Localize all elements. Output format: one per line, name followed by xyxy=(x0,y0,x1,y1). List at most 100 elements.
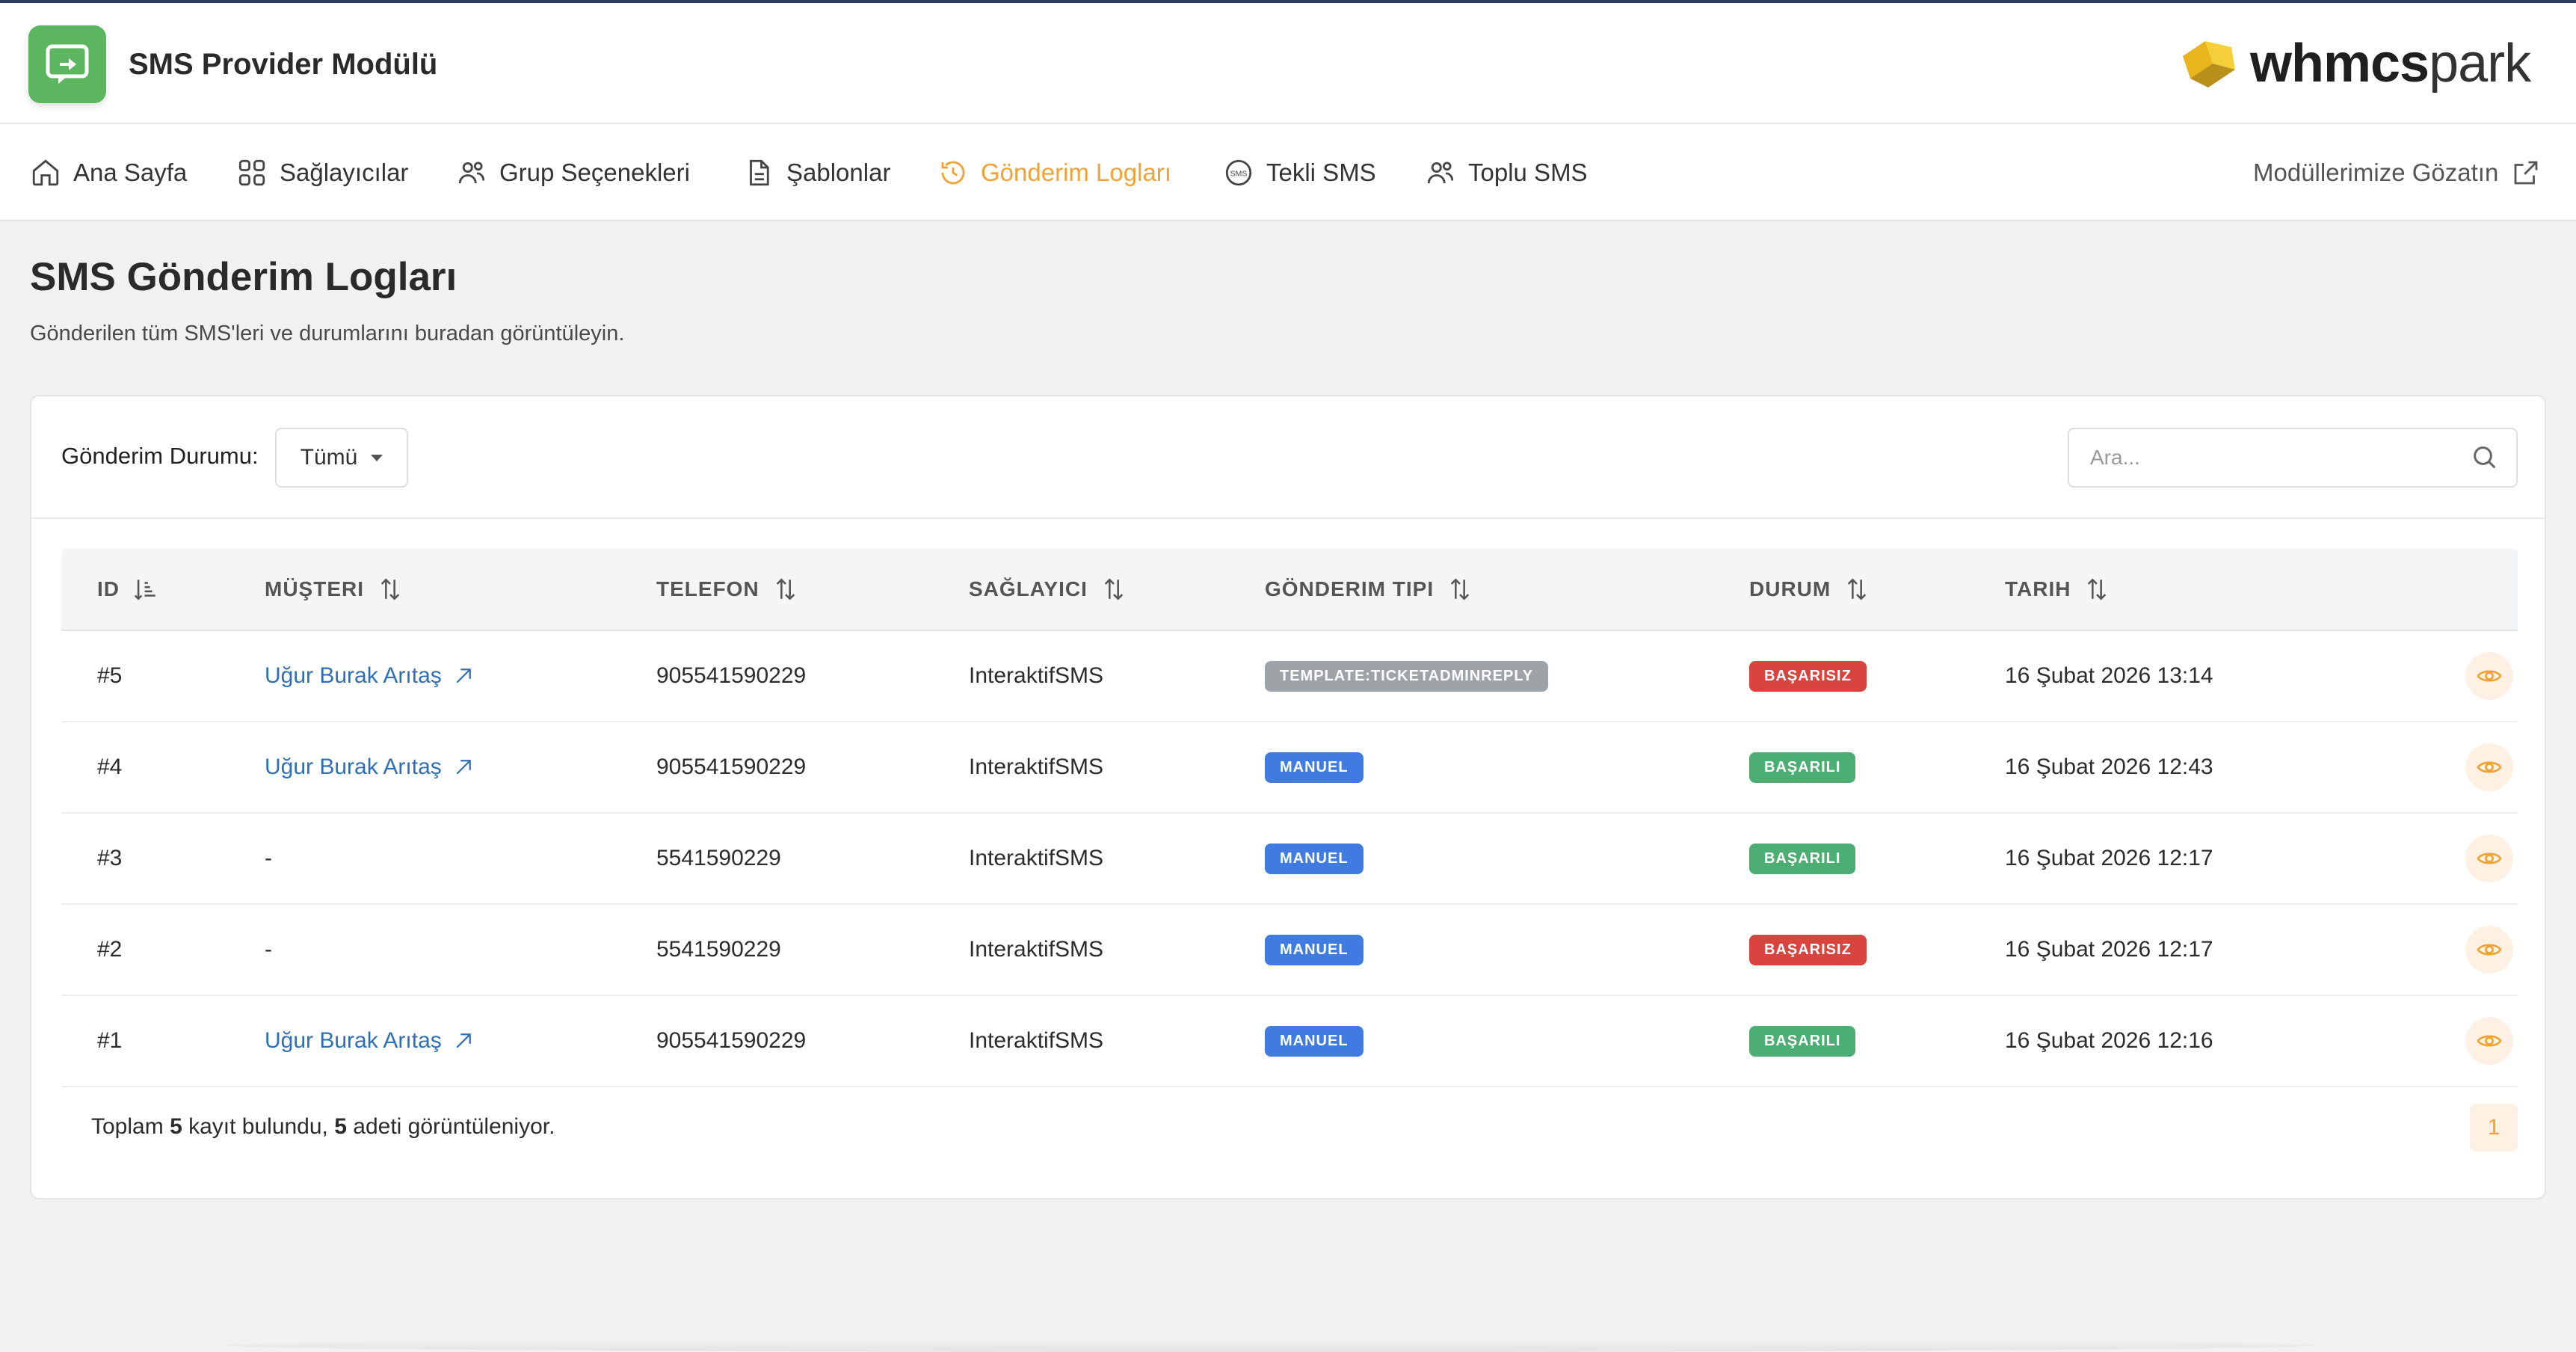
cell-phone: 5541590229 xyxy=(656,846,781,870)
cell-id: #4 xyxy=(97,755,123,779)
brand-mark-icon xyxy=(2183,41,2235,87)
table-header: ID MÜŞTERI TELEFON SAĞLAYICI GÖNDERIM TI… xyxy=(61,549,2518,631)
table-row: #5 Uğur Burak Arıtaş 905541590229 Intera… xyxy=(61,631,2518,722)
search-box[interactable] xyxy=(2068,428,2518,488)
view-details-button[interactable] xyxy=(2465,835,2513,882)
nav-item-tekli-sms[interactable]: SMS Tekli SMS xyxy=(1223,124,1376,221)
pagination-page-button[interactable]: 1 xyxy=(2470,1104,2518,1152)
brand-text: whmcspark xyxy=(2250,30,2531,97)
cell-provider: InteraktifSMS xyxy=(969,937,1104,962)
status-badge: BAŞARILI xyxy=(1749,752,1856,783)
view-details-button[interactable] xyxy=(2465,926,2513,974)
nav-item-gonderim-loglari[interactable]: Gönderim Logları xyxy=(937,124,1171,221)
summary-middle: kayıt bulundu, xyxy=(188,1114,328,1139)
nav-item-saglayicilar[interactable]: Sağlayıcılar xyxy=(236,124,408,221)
arrow-up-right-icon xyxy=(456,760,471,775)
view-details-button[interactable] xyxy=(2465,1017,2513,1065)
column-header-label: SAĞLAYICI xyxy=(969,577,1088,600)
filter-bar: Gönderim Durumu: Tümü xyxy=(31,396,2545,519)
nav-item-ana-sayfa[interactable]: Ana Sayfa xyxy=(30,124,187,221)
nav-label: Sağlayıcılar xyxy=(280,159,409,186)
column-header-label: ID xyxy=(97,577,120,600)
nav-item-grup-secenekleri[interactable]: Grup Seçenekleri xyxy=(456,124,690,221)
page-subtitle: Gönderilen tüm SMS'leri ve durumlarını b… xyxy=(30,322,625,345)
brand-logo[interactable]: whmcspark xyxy=(2175,30,2549,97)
table-row: #1 Uğur Burak Arıtaş 905541590229 Intera… xyxy=(61,996,2518,1087)
nav-label: Gönderim Logları xyxy=(981,159,1171,186)
cell-phone: 905541590229 xyxy=(656,1028,807,1053)
customer-name: Uğur Burak Arıtaş xyxy=(265,755,442,779)
brand-text-bold: whmcs xyxy=(2250,34,2429,93)
app-header: SMS Provider Modülü whmcspark xyxy=(0,3,2576,124)
sort-ascending-icon xyxy=(134,580,155,600)
column-header-tarih[interactable]: TARIH xyxy=(2005,549,2110,630)
sort-icon xyxy=(1450,578,1470,600)
column-header-musteri[interactable]: MÜŞTERI xyxy=(265,549,403,630)
arrow-up-right-icon xyxy=(456,1033,471,1048)
cell-date: 16 Şubat 2026 12:43 xyxy=(2005,755,2213,779)
cell-id: #1 xyxy=(97,1028,123,1053)
view-details-button[interactable] xyxy=(2465,743,2513,791)
summary-total: 5 xyxy=(170,1114,182,1139)
table-row: #3 - 5541590229 InteraktifSMS MANUEL BAŞ… xyxy=(61,814,2518,905)
cell-status: BAŞARILI xyxy=(1749,814,1856,903)
main-nav: Ana Sayfa Sağlayıcılar Grup Seçenekleri … xyxy=(0,124,2576,221)
column-header-label: GÖNDERIM TIPI xyxy=(1265,577,1435,600)
column-header-label: TARIH xyxy=(2005,577,2071,600)
eye-icon xyxy=(2477,670,2502,682)
customer-link[interactable]: Uğur Burak Arıtaş xyxy=(265,631,475,721)
app-title: SMS Provider Modülü xyxy=(129,48,438,81)
column-header-saglayici[interactable]: SAĞLAYICI xyxy=(969,549,1127,630)
nav-item-toplu-sms[interactable]: Toplu SMS xyxy=(1425,124,1588,221)
status-filter-dropdown[interactable]: Tümü xyxy=(275,428,408,488)
status-filter-value: Tümü xyxy=(300,445,358,470)
cell-provider: InteraktifSMS xyxy=(969,1028,1104,1053)
status-badge: BAŞARILI xyxy=(1749,843,1856,874)
sort-icon xyxy=(1847,578,1867,600)
external-link-icon xyxy=(2514,161,2538,185)
sort-icon xyxy=(1104,578,1124,600)
brand-text-light: park xyxy=(2429,34,2531,93)
cell-status: BAŞARILI xyxy=(1749,996,1856,1086)
column-header-label: DURUM xyxy=(1749,577,1831,600)
customer-link[interactable]: Uğur Burak Arıtaş xyxy=(265,722,475,812)
cell-type: TEMPLATE:TICKETADMINREPLY xyxy=(1265,631,1549,721)
status-badge: BAŞARILI xyxy=(1749,1025,1856,1057)
column-header-id[interactable]: ID xyxy=(97,549,158,630)
summary-shown: 5 xyxy=(334,1114,347,1139)
customer-link[interactable]: Uğur Burak Arıtaş xyxy=(265,996,475,1086)
search-icon[interactable] xyxy=(2470,443,2500,473)
nav-label: Tekli SMS xyxy=(1266,159,1376,186)
cell-customer: - xyxy=(265,937,272,962)
cell-id: #2 xyxy=(97,937,123,962)
cell-id: #5 xyxy=(97,663,123,688)
eye-icon xyxy=(2477,944,2502,956)
logs-table: ID MÜŞTERI TELEFON SAĞLAYICI GÖNDERIM TI… xyxy=(61,549,2518,1087)
nav-label: Ana Sayfa xyxy=(73,159,188,186)
column-header-telefon[interactable]: TELEFON xyxy=(656,549,798,630)
cell-status: BAŞARILI xyxy=(1749,722,1856,812)
search-input[interactable] xyxy=(2069,429,2458,486)
nav-label: Modüllerimize Gözatın xyxy=(2253,159,2499,186)
cell-phone: 5541590229 xyxy=(656,937,781,962)
nav-item-modullerimize-gozatin[interactable]: Modüllerimize Gözatın xyxy=(2253,124,2542,221)
type-badge: MANUEL xyxy=(1265,1025,1364,1057)
cell-customer: - xyxy=(265,846,272,870)
view-details-button[interactable] xyxy=(2465,652,2513,700)
cell-type: MANUEL xyxy=(1265,814,1364,903)
nav-item-sablonlar[interactable]: Şablonlar xyxy=(743,124,890,221)
column-header-durum[interactable]: DURUM xyxy=(1749,549,1870,630)
sms-icon: SMS xyxy=(1225,159,1252,186)
table-row: #4 Uğur Burak Arıtaş 905541590229 Intera… xyxy=(61,722,2518,814)
column-header-gonderim-tipi[interactable]: GÖNDERIM TIPI xyxy=(1265,549,1473,630)
cell-provider: InteraktifSMS xyxy=(969,663,1104,688)
cell-date: 16 Şubat 2026 12:17 xyxy=(2005,937,2213,962)
table-summary: Toplam 5 kayıt bulundu, 5 adeti görüntül… xyxy=(91,1114,555,1140)
sort-icon xyxy=(380,578,400,600)
nav-label: Toplu SMS xyxy=(1468,159,1588,186)
cell-provider: InteraktifSMS xyxy=(969,846,1104,870)
users-icon xyxy=(458,162,485,184)
eye-icon xyxy=(2477,852,2502,864)
cell-type: MANUEL xyxy=(1265,905,1364,995)
cell-type: MANUEL xyxy=(1265,996,1364,1086)
